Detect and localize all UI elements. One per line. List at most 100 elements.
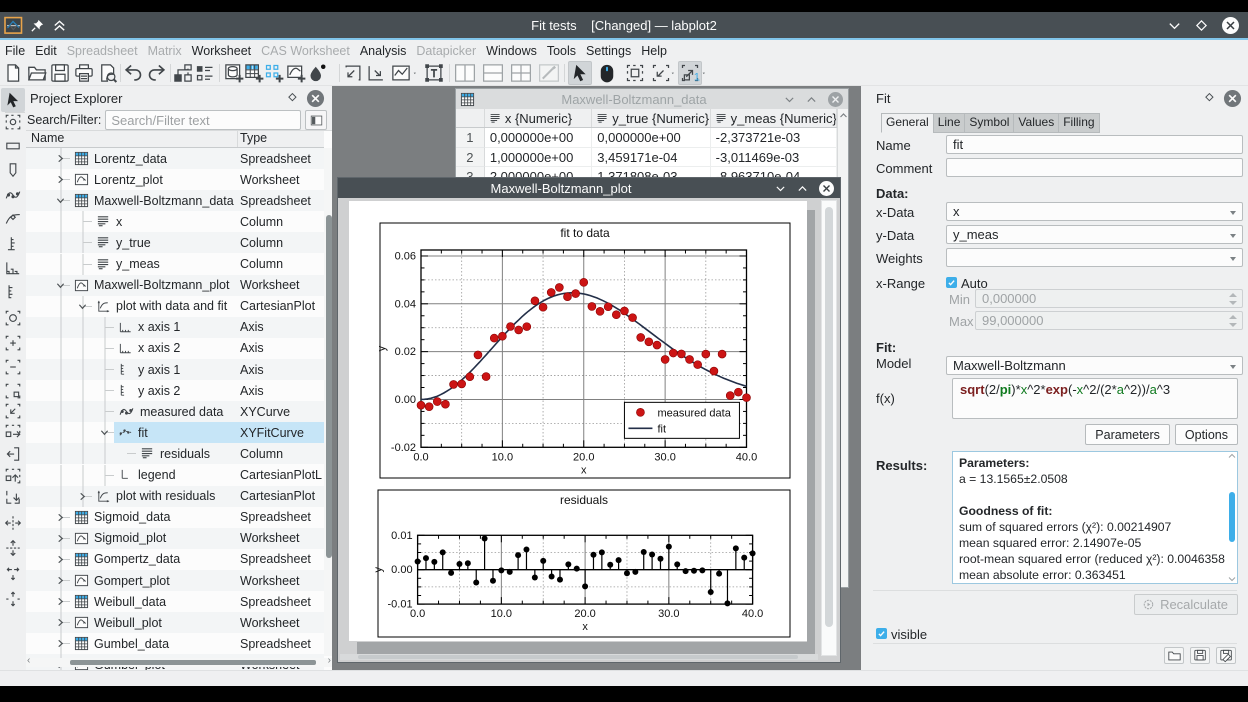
toolbar-document-print-button[interactable] [72,61,96,85]
name-input[interactable]: fit [946,135,1243,154]
tree-row-Maxwell-Boltzmann_data[interactable]: Maxwell-Boltzmann_dataSpreadsheet [26,190,324,211]
tree-row-Maxwell-Boltzmann_plot[interactable]: Maxwell-Boltzmann_plotWorksheet [26,275,324,296]
toolbar-document-save-button[interactable] [48,61,72,85]
cell[interactable]: 0,000000e+00 [592,128,710,148]
tree-vertical-scrollbar[interactable] [324,148,332,656]
toolbar-new-plot-button[interactable] [389,61,413,85]
toolbar-text-frame-button[interactable] [422,61,446,85]
maximize-icon[interactable] [1194,18,1209,33]
scroll-right-arrow[interactable]: › [328,655,331,666]
worksheet-vertical-scrollbar[interactable] [821,200,837,656]
left-toolbar-split-vertical-button[interactable] [1,536,25,560]
toolbar-navigate-mouse-button[interactable] [595,61,619,85]
left-toolbar-split-horizontal-button[interactable] [1,511,25,535]
model-combobox[interactable]: Maxwell-Boltzmann [946,356,1243,375]
menu-settings[interactable]: Settings [581,42,636,60]
tree-item[interactable]: Lorentz_data [74,148,238,169]
left-toolbar-select-dashed-button[interactable] [1,110,25,134]
plot-residuals[interactable]: residuals0.010.020.030.040.0-0.010.000.0… [373,490,790,637]
menu-windows[interactable]: Windows [481,42,542,60]
tree-header-type[interactable]: Type [238,131,324,147]
tree-item[interactable]: Lorentz_plot [74,169,238,190]
tree-row-x-axis-1[interactable]: x axis 1Axis [26,317,324,338]
scrollbar-thumb[interactable] [358,655,798,659]
tree-row-fit[interactable]: fitXYFitCurve [26,422,324,443]
tree-row-Sigmoid_plot[interactable]: Sigmoid_plotWorksheet [26,528,324,549]
save-function-button[interactable] [1190,647,1210,664]
toolbar-zoom-select-button[interactable] [623,61,647,85]
toolbar-import-corner-button[interactable] [341,61,365,85]
left-toolbar-xy-curve-diamond-button[interactable] [1,207,25,231]
left-toolbar-arrows-expand-v-button[interactable] [1,587,25,611]
spreadsheet-window-titlebar[interactable]: Maxwell-Boltzmann_data [456,89,848,109]
scrollbar-thumb[interactable] [70,660,316,665]
window-restore-icon[interactable] [805,93,818,106]
tree-row-residuals[interactable]: residualsColumn [26,443,324,464]
toolbar-new-workbook-button[interactable] [193,61,217,85]
tree-item[interactable]: x axis 1 [118,317,238,338]
tree-row-x[interactable]: xColumn [26,211,324,232]
tree-row-Sigmoid_data[interactable]: Sigmoid_dataSpreadsheet [26,507,324,528]
left-toolbar-axis-ticks-button[interactable] [1,280,25,304]
toolbar-cursor-arrow-button[interactable] [568,61,592,85]
left-toolbar-bracket-arrow-left-button[interactable] [1,442,25,466]
tree-item[interactable]: Gompert_plot [74,570,238,591]
toolbar-new-matrix-dashed-button[interactable] [262,61,286,85]
formula-editor[interactable]: sqrt(2/pi)*x^2*exp(-x^2/(2*a^2))/a^3 [952,378,1238,419]
tree-row-y-axis-1[interactable]: y axis 1Axis [26,359,324,380]
tree-item[interactable]: x [96,211,238,232]
tree-item[interactable]: plot with residuals [96,486,238,507]
toolbar-layout-grid-button[interactable] [509,61,533,85]
expander-open-icon[interactable] [78,302,88,311]
expander-closed-icon[interactable] [56,555,66,564]
worksheet-window[interactable]: Maxwell-Boltzmann_plot fit to data0.010.… [337,177,841,663]
tree-item[interactable]: Maxwell-Boltzmann_data [74,190,238,211]
expander-closed-icon[interactable] [56,154,66,163]
tab-symbol[interactable]: Symbol [964,113,1013,133]
expander-closed-icon[interactable] [56,534,66,543]
left-toolbar-box-arrow-right-button[interactable] [1,420,25,444]
tree-item[interactable]: x axis 2 [118,338,238,359]
close-icon[interactable] [1221,16,1240,35]
tree-row-Lorentz_data[interactable]: Lorentz_dataSpreadsheet [26,148,324,169]
toolbar-edit-redo-button[interactable] [145,61,169,85]
left-toolbar-bracket-arrow-down-button[interactable] [1,485,25,509]
spreadsheet-row[interactable]: 10,000000e+000,000000e+00-2,373721e-03 [456,128,837,148]
tree-item[interactable]: legend [118,465,238,486]
tree-item[interactable]: Gumbel_data [74,633,238,654]
expander-closed-icon[interactable] [56,618,66,627]
dropdown-caret-icon[interactable] [700,61,710,85]
toolbar-document-new-button[interactable] [1,61,25,85]
expander-closed-icon[interactable] [56,576,66,585]
tree-item[interactable]: residuals [140,443,238,464]
tree-item[interactable]: Sigmoid_data [74,507,238,528]
tree-row-Gompert_plot[interactable]: Gompert_plotWorksheet [26,570,324,591]
column-header-0[interactable]: x {Numeric} [485,109,592,127]
expander-open-icon[interactable] [56,281,66,290]
tree-row-legend[interactable]: legendCartesianPlotL [26,465,324,486]
y-data-combobox[interactable]: y_meas [946,225,1243,244]
cell[interactable]: 1,000000e+00 [485,148,592,168]
menu-worksheet[interactable]: Worksheet [187,42,257,60]
expander-closed-icon[interactable] [56,513,66,522]
load-function-button[interactable] [1164,647,1184,664]
visible-checkbox[interactable] [876,628,887,639]
left-toolbar-zoom-dashed-in-button[interactable] [1,331,25,355]
menu-analysis[interactable]: Analysis [355,42,412,60]
expander-closed-icon[interactable] [56,639,66,648]
column-header-2[interactable]: y_meas {Numeric} [711,109,837,127]
window-shade-icon[interactable] [783,93,796,106]
tree-row-x-axis-2[interactable]: x axis 2Axis [26,338,324,359]
toolbar-import-corner2-button[interactable] [364,61,388,85]
window-restore-icon[interactable] [796,182,809,195]
tab-general[interactable]: General [881,113,933,133]
left-toolbar-xy-curve-button[interactable] [1,183,25,207]
toolbar-new-worksheet-button[interactable] [284,61,308,85]
tree-item[interactable]: y axis 1 [118,359,238,380]
expander-closed-icon[interactable] [56,597,66,606]
scrollbar-thumb[interactable] [1229,492,1235,542]
expander-open-icon[interactable] [100,428,110,437]
toolbar-print-preview-button[interactable] [96,61,120,85]
tree-row-Gumbel_data[interactable]: Gumbel_dataSpreadsheet [26,633,324,654]
auto-checkbox[interactable] [946,277,957,288]
